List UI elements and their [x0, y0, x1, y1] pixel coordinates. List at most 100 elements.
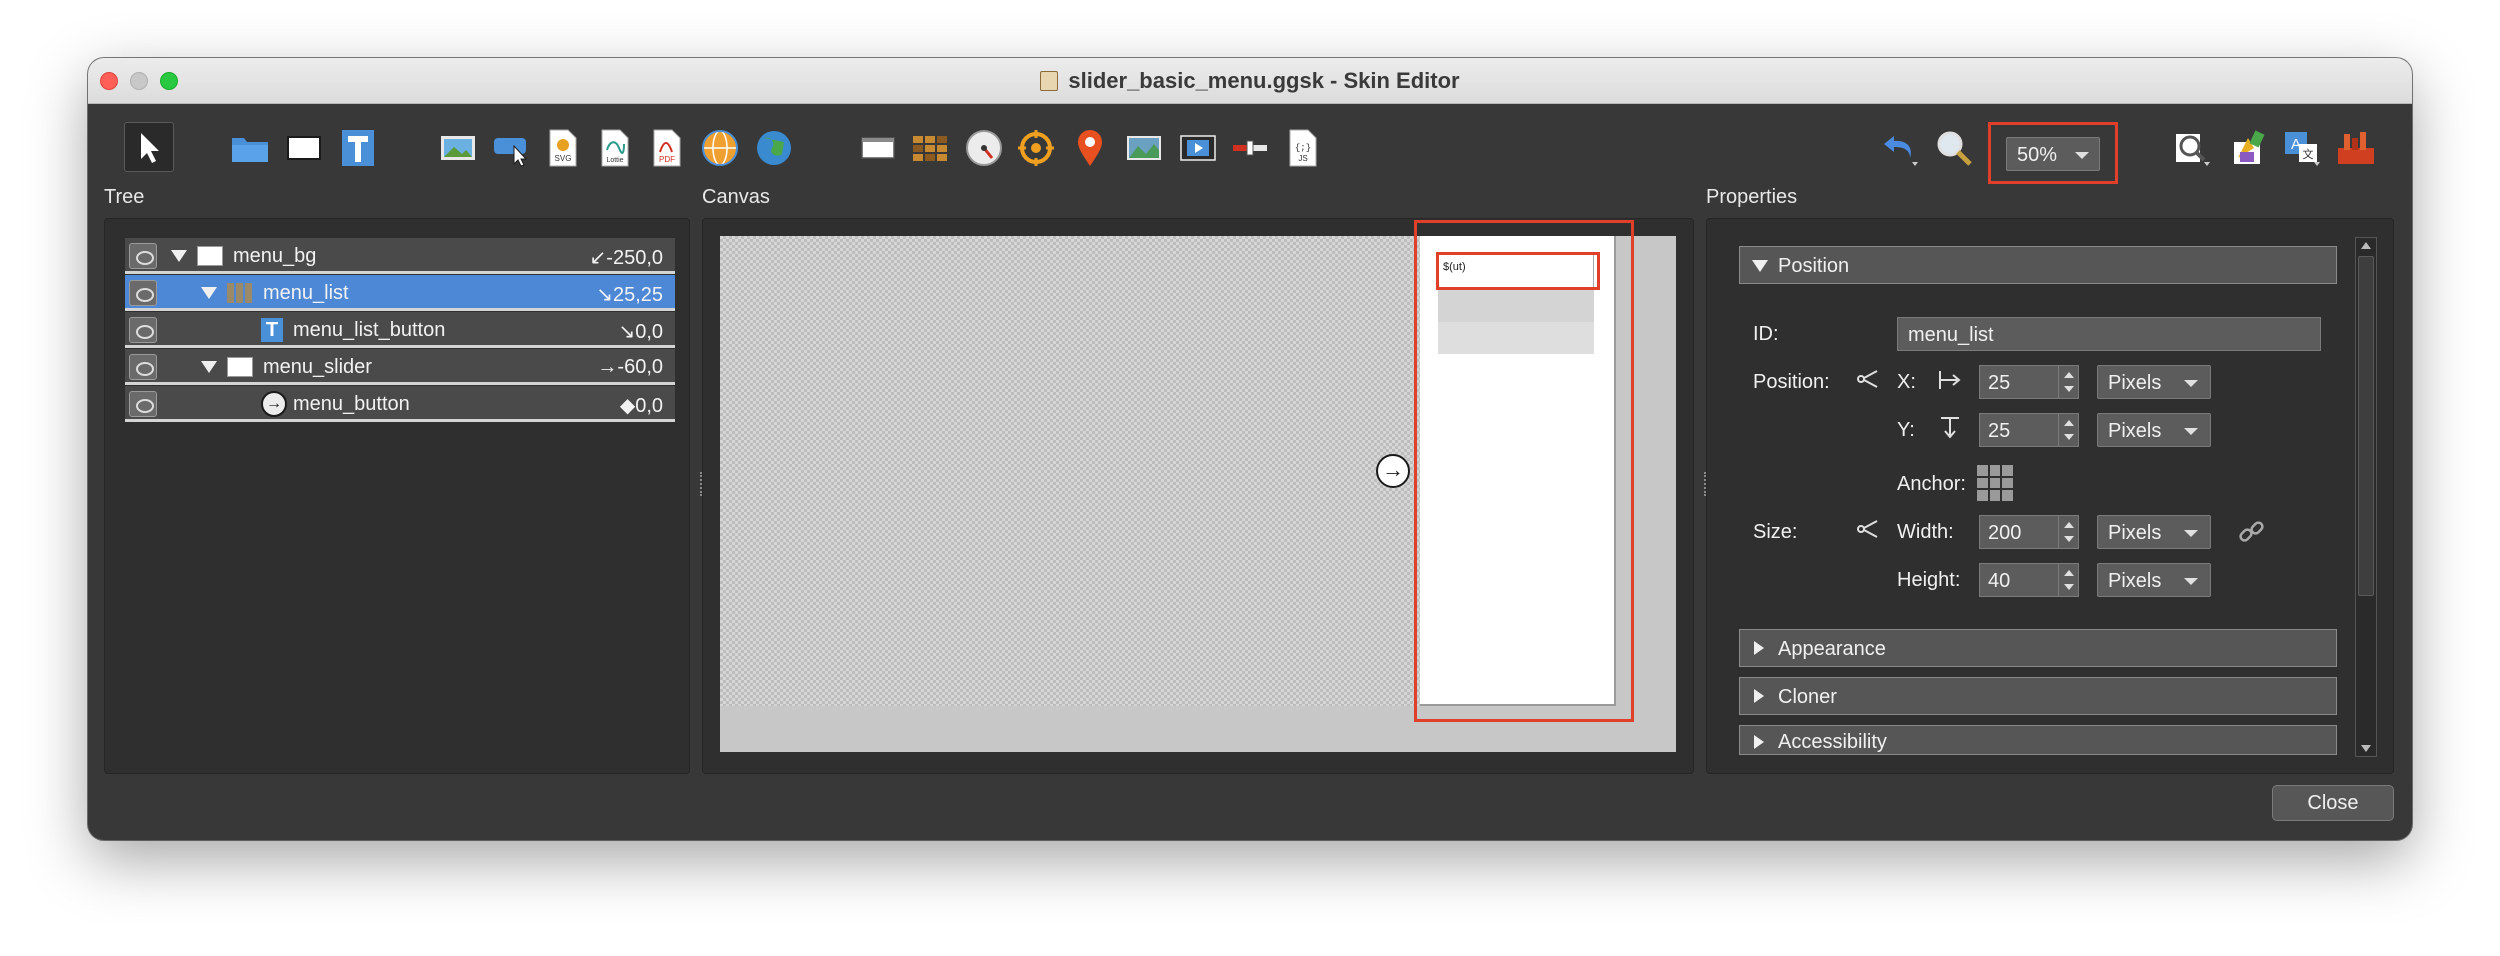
appearance-section-header[interactable]: Appearance	[1739, 629, 2337, 667]
x-stepper[interactable]: 25	[1979, 365, 2079, 399]
expand-triangle-icon[interactable]	[201, 361, 217, 373]
rectangle-tool-button[interactable]	[282, 126, 326, 170]
tree-row-menu-bg[interactable]: menu_bg ↙-250,0	[125, 238, 675, 274]
svg-tool-button[interactable]: SVG	[540, 126, 584, 170]
canvas-label: Canvas	[702, 186, 770, 208]
id-input[interactable]: menu_list	[1897, 317, 2321, 351]
share-link-icon[interactable]	[1855, 365, 1883, 393]
screen-tool-button[interactable]	[856, 126, 900, 170]
panorama-tool-button[interactable]	[698, 126, 742, 170]
lottie-label: Lottie	[606, 157, 623, 164]
canvas-stage[interactable]: $(ut) →	[720, 220, 1676, 752]
magnifier-icon	[1937, 131, 1972, 166]
y-stepper[interactable]: 25	[1979, 413, 2079, 447]
tree-row-position: ◆0,0	[619, 395, 663, 417]
zoom-select[interactable]: 50%	[2006, 137, 2100, 171]
expand-triangle-icon[interactable]	[201, 287, 217, 299]
y-value: 25	[1988, 420, 2011, 442]
hotspot-tool-button[interactable]	[1014, 126, 1058, 170]
height-unit-select[interactable]: Pixels	[2097, 563, 2211, 597]
js-label: JS	[1298, 154, 1307, 163]
expand-triangle-icon[interactable]	[171, 250, 187, 262]
button-cursor-icon	[494, 138, 528, 167]
properties-scrollbar[interactable]	[2355, 237, 2377, 757]
lottie-tool-button[interactable]: Lottie	[592, 126, 636, 170]
pdf-tool-button[interactable]: PDF	[644, 126, 688, 170]
visibility-eye-icon[interactable]	[129, 280, 157, 306]
paint-palette-icon	[2234, 130, 2265, 164]
tree-row-position: ↘25,25	[596, 284, 663, 306]
accessibility-section-header[interactable]: Accessibility	[1739, 725, 2337, 755]
plugins-button[interactable]	[2334, 126, 2378, 170]
height-label: Height:	[1897, 569, 1961, 591]
height-stepper[interactable]: 40	[1979, 563, 2079, 597]
menu-list-selection-frame	[1436, 252, 1600, 290]
visibility-eye-icon[interactable]	[129, 317, 157, 343]
video-tool-button[interactable]	[1176, 126, 1220, 170]
y-unit-select[interactable]: Pixels	[2097, 413, 2211, 447]
y-unit-value: Pixels	[2108, 420, 2162, 442]
stepper-arrows-icon[interactable]	[2058, 516, 2078, 548]
map-pin-icon	[1078, 130, 1102, 166]
video-icon	[1180, 135, 1216, 161]
x-unit-select[interactable]: Pixels	[2097, 365, 2211, 399]
arrow-right-circle-icon[interactable]: →	[1376, 454, 1410, 488]
zoom-tool-button[interactable]	[1932, 126, 1976, 170]
button-tool-button[interactable]	[490, 126, 534, 170]
preview-button[interactable]	[2170, 126, 2214, 170]
tree-row-label: menu_bg	[233, 245, 317, 267]
tree-row-menu-button[interactable]: → menu_button ◆0,0	[125, 386, 675, 422]
scrollbar-thumb[interactable]	[2358, 256, 2374, 596]
scroll-down-icon[interactable]	[2361, 745, 2371, 752]
cloner-section-header[interactable]: Cloner	[1739, 677, 2337, 715]
slider-tool-button[interactable]	[1228, 126, 1272, 170]
width-unit-value: Pixels	[2108, 522, 2162, 544]
undo-button[interactable]	[1878, 126, 1922, 170]
text-tool-button[interactable]	[336, 126, 380, 170]
theme-button[interactable]	[2226, 126, 2270, 170]
scroll-up-icon[interactable]	[2361, 242, 2371, 249]
tree-row-position: →-60,0	[597, 356, 663, 378]
selection-highlight-frame	[1414, 220, 1634, 722]
map-tool-button[interactable]	[752, 126, 796, 170]
expanded-triangle-icon	[1752, 260, 1768, 272]
pin-tool-button[interactable]	[1068, 126, 1112, 170]
width-stepper[interactable]: 200	[1979, 515, 2079, 549]
grid-icon	[913, 136, 947, 161]
anchor-grid-icon[interactable]	[1977, 465, 2013, 501]
stepper-arrows-icon[interactable]	[2058, 414, 2078, 446]
visibility-eye-icon[interactable]	[129, 354, 157, 380]
javascript-tool-button[interactable]: {;} JS	[1280, 126, 1324, 170]
visibility-eye-icon[interactable]	[129, 243, 157, 269]
width-unit-select[interactable]: Pixels	[2097, 515, 2211, 549]
select-tool-button[interactable]	[124, 122, 174, 172]
arrow-button-node-icon: →	[261, 391, 287, 417]
canvas-panel: $(ut) →	[702, 218, 1694, 774]
x-value: 25	[1988, 372, 2011, 394]
close-button[interactable]: Close	[2272, 785, 2394, 821]
grid-tool-button[interactable]	[908, 126, 952, 170]
screen-icon	[861, 137, 895, 159]
tree-row-position: ↘0,0	[618, 321, 663, 343]
svg-file-icon: SVG	[549, 129, 577, 167]
folder-tool-button[interactable]	[228, 126, 272, 170]
stepper-arrows-icon[interactable]	[2058, 564, 2078, 596]
visibility-eye-icon[interactable]	[129, 391, 157, 417]
mapview-tool-button[interactable]	[1122, 126, 1166, 170]
chain-link-icon[interactable]	[2237, 517, 2267, 547]
translate-icon: A文	[2285, 132, 2320, 166]
share-link-icon[interactable]	[1855, 515, 1883, 543]
tree-row-menu-slider[interactable]: menu_slider →-60,0	[125, 349, 675, 385]
image-tool-button[interactable]	[436, 126, 480, 170]
tree-row-menu-list-button[interactable]: T menu_list_button ↘0,0	[125, 312, 675, 348]
skin-editor-window: slider_basic_menu.ggsk - Skin Editor SVG…	[88, 58, 2412, 840]
position-section-header[interactable]: Position	[1739, 246, 2337, 284]
image-icon	[441, 136, 475, 160]
height-unit-value: Pixels	[2108, 570, 2162, 592]
compass-tool-button[interactable]	[962, 126, 1006, 170]
stepper-arrows-icon[interactable]	[2058, 366, 2078, 398]
tree-row-label: menu_list_button	[293, 319, 446, 341]
tree-row-menu-list[interactable]: menu_list ↘25,25	[125, 275, 675, 311]
chevron-down-icon	[2184, 380, 2198, 387]
translation-button[interactable]: A文	[2280, 126, 2324, 170]
